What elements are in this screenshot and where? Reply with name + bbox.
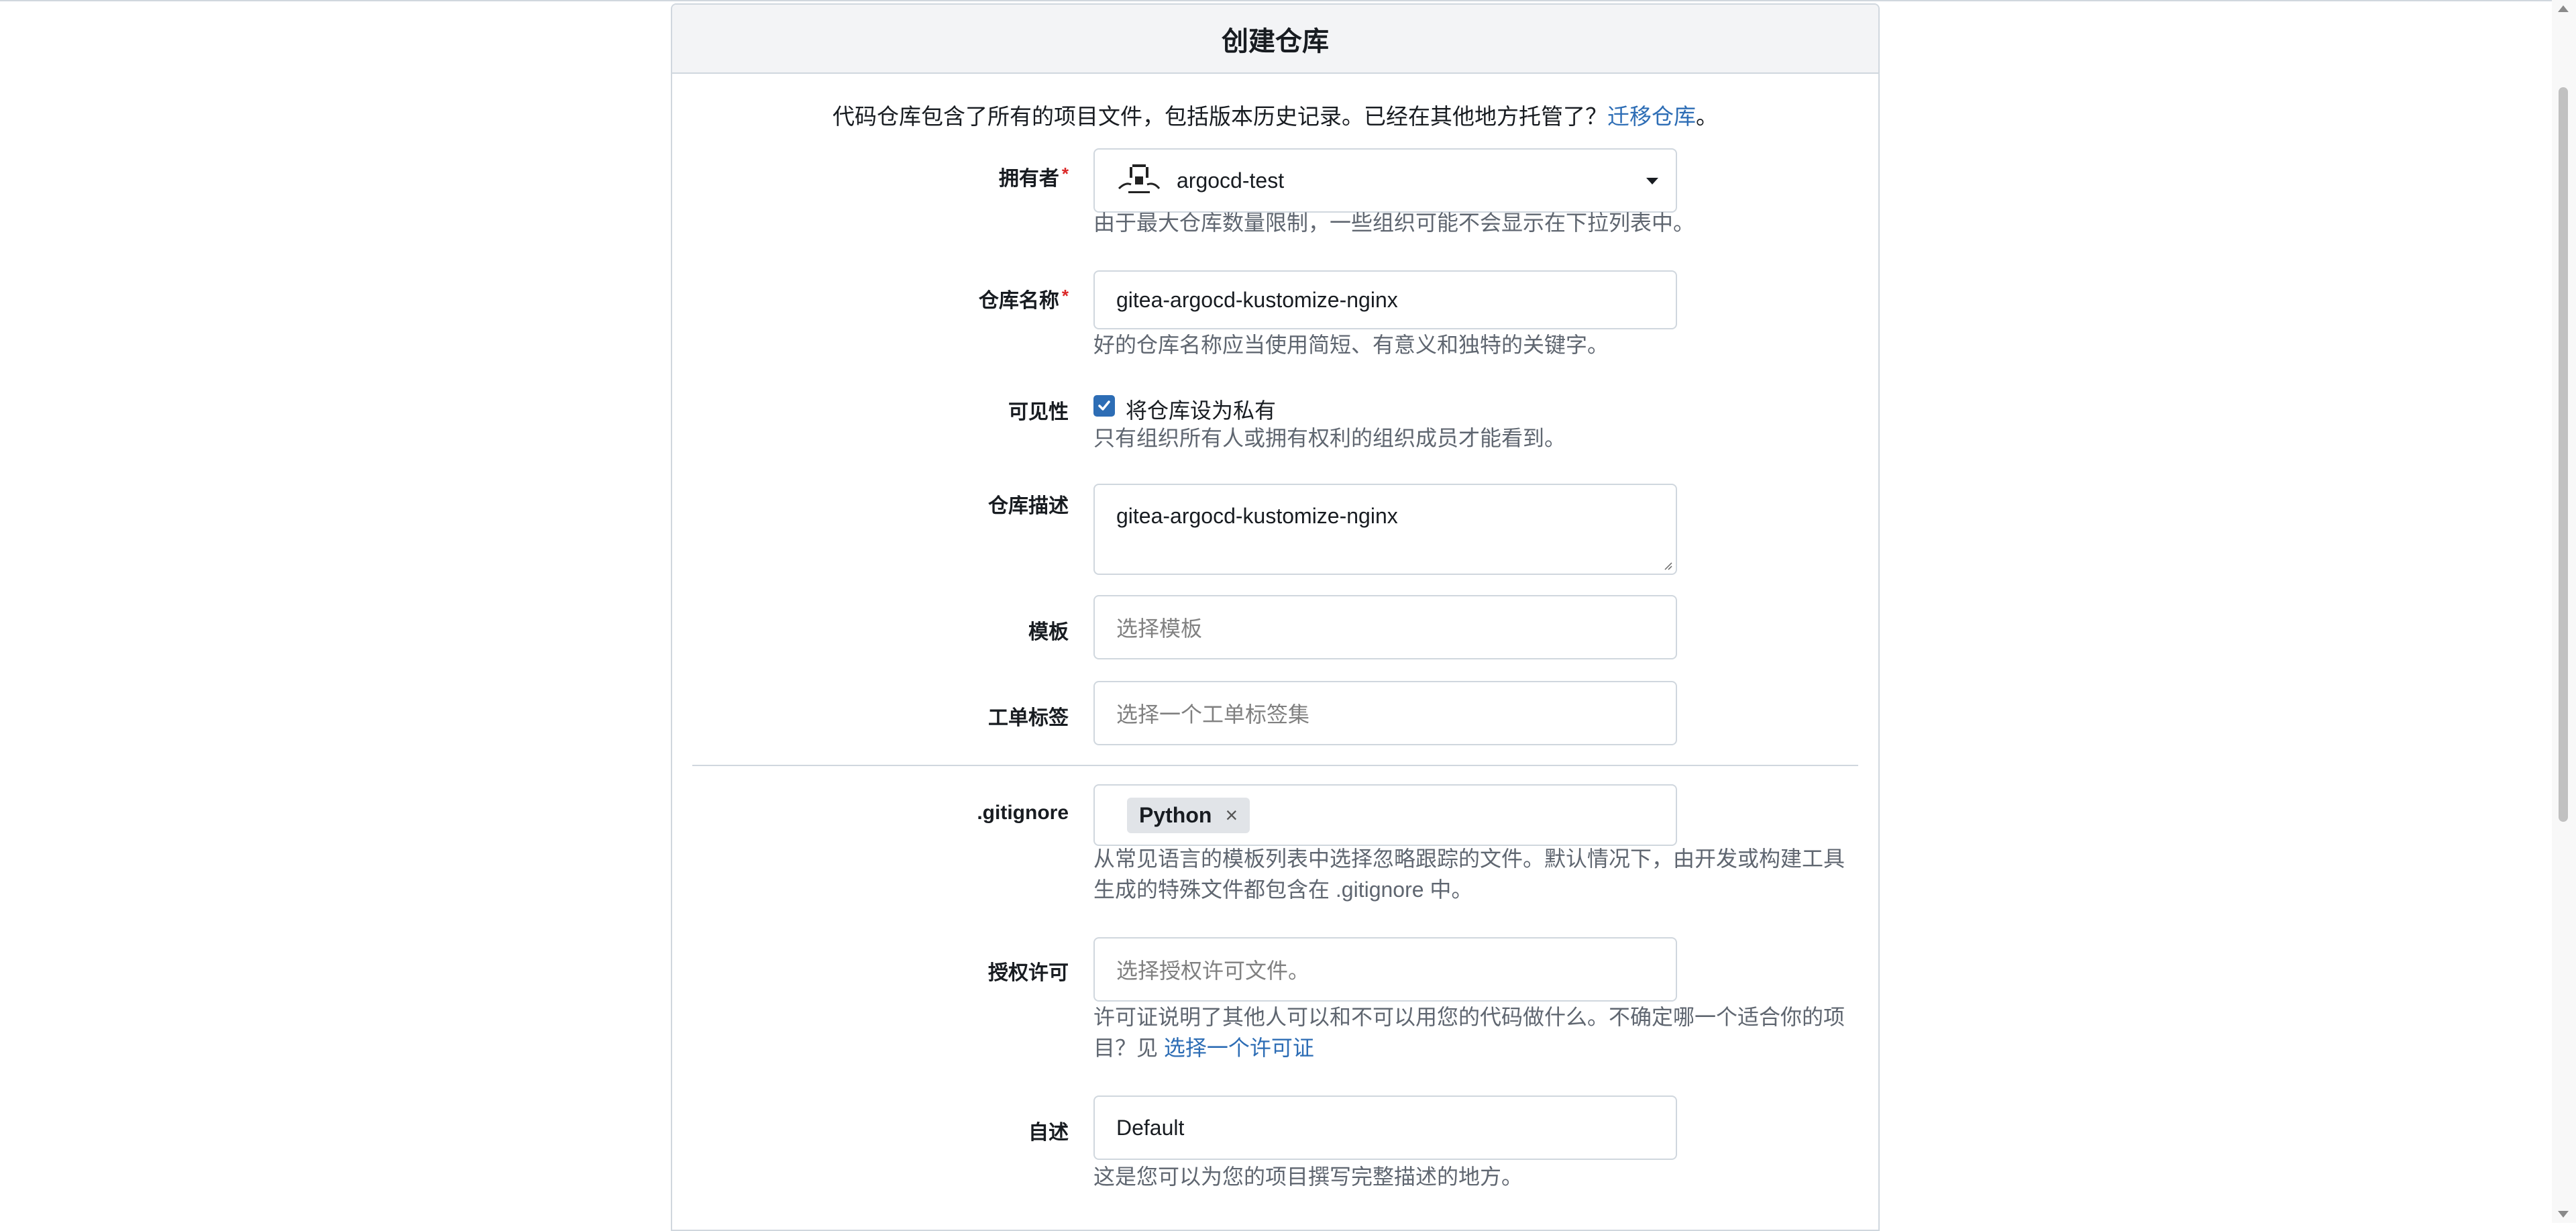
migrate-repo-link[interactable]: 迁移仓库 — [1607, 104, 1696, 129]
owner-dropdown[interactable]: argocd-test — [1093, 148, 1677, 213]
resize-grip-icon[interactable] — [1662, 560, 1673, 571]
scroll-down-icon[interactable] — [2558, 1211, 2569, 1218]
repo-name-label: 仓库名称 * — [978, 286, 1069, 312]
divider — [692, 765, 1858, 766]
create-repo-form: 创建仓库 代码仓库包含了所有的项目文件，包括版本历史记录。已经在其他地方托管了？… — [671, 3, 1880, 1231]
required-mark: * — [1061, 164, 1069, 184]
gitignore-dropdown[interactable]: Python × — [1093, 784, 1677, 846]
readme-dropdown[interactable]: Default — [1093, 1095, 1677, 1160]
template-dropdown[interactable]: 选择模板 — [1093, 595, 1677, 659]
required-mark: * — [1061, 286, 1069, 306]
issue-labels-label: 工单标签 — [988, 707, 1069, 729]
top-border — [0, 0, 2576, 1]
choose-license-link[interactable]: 选择一个许可证 — [1164, 1036, 1314, 1060]
owner-label: 拥有者 * — [998, 164, 1069, 190]
description-textarea[interactable]: gitea-argocd-kustomize-nginx — [1093, 484, 1677, 575]
scroll-thumb[interactable] — [2559, 87, 2568, 822]
private-checkbox-label[interactable]: 将仓库设为私有 — [1126, 394, 1276, 425]
gitignore-label: .gitignore — [977, 802, 1069, 824]
license-help: 许可证说明了其他人可以和不可以用您的代码做什么。不确定哪一个适合你的项目？见 选… — [1093, 1005, 1845, 1060]
page-scrollbar[interactable] — [2552, 0, 2576, 1223]
visibility-help: 只有组织所有人或拥有权利的组织成员才能看到。 — [1093, 426, 1566, 450]
scroll-up-icon[interactable] — [2558, 5, 2569, 12]
owner-help: 由于最大仓库数量限制，一些组织可能不会显示在下拉列表中。 — [1093, 211, 1695, 235]
org-avatar-icon — [1116, 162, 1162, 199]
owner-value: argocd-test — [1177, 168, 1285, 193]
intro-text: 代码仓库包含了所有的项目文件，包括版本历史记录。已经在其他地方托管了？迁移仓库。 — [833, 104, 1718, 129]
close-icon[interactable]: × — [1225, 803, 1238, 828]
readme-label: 自述 — [1028, 1122, 1069, 1144]
license-label: 授权许可 — [988, 962, 1069, 984]
issue-labels-dropdown[interactable]: 选择一个工单标签集 — [1093, 681, 1677, 745]
repo-name-input[interactable]: gitea-argocd-kustomize-nginx — [1093, 270, 1677, 329]
private-checkbox[interactable] — [1093, 395, 1115, 417]
template-label: 模板 — [1028, 621, 1069, 643]
gitignore-tag: Python × — [1127, 797, 1250, 833]
gitignore-help: 从常见语言的模板列表中选择忽略跟踪的文件。默认情况下，由开发或构建工具生成的特殊… — [1093, 847, 1845, 902]
page-title: 创建仓库 — [672, 5, 1878, 74]
checkmark-icon — [1098, 400, 1110, 411]
chevron-down-icon[interactable] — [1646, 178, 1658, 184]
repo-name-help: 好的仓库名称应当使用简短、有意义和独特的关键字。 — [1093, 333, 1609, 357]
readme-help: 这是您可以为您的项目撰写完整描述的地方。 — [1093, 1165, 1523, 1189]
visibility-label: 可见性 — [1008, 401, 1069, 423]
description-label: 仓库描述 — [988, 495, 1069, 517]
license-dropdown[interactable]: 选择授权许可文件。 — [1093, 937, 1677, 1002]
